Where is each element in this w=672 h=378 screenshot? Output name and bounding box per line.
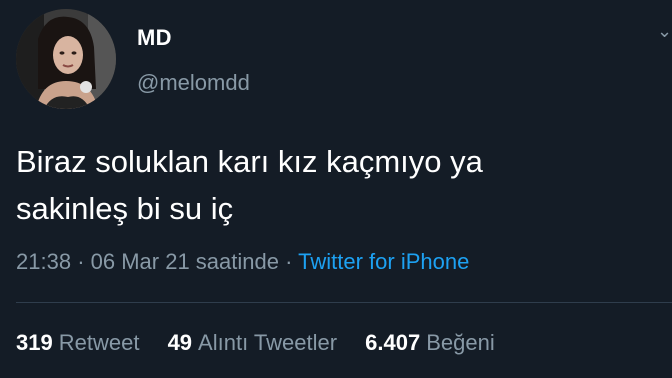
tweet-detail: MD @melomdd ⌄ Biraz soluklan karı kız ka… [0, 0, 672, 378]
chevron-down-icon[interactable]: ⌄ [657, 22, 672, 46]
likes-count: 6.407 [365, 330, 421, 355]
tweet-source-link[interactable]: Twitter for iPhone [298, 249, 469, 274]
profile-photo [16, 9, 116, 109]
username-handle[interactable]: @melomdd [137, 70, 250, 96]
avatar[interactable] [16, 9, 116, 109]
quote-tweets-stat[interactable]: 49 Alıntı Tweetler [168, 330, 337, 355]
retweets-label: Retweet [58, 330, 140, 355]
separator: · [285, 249, 293, 274]
likes-stat[interactable]: 6.407 Beğeni [365, 330, 495, 355]
display-name[interactable]: MD [137, 25, 172, 51]
divider [16, 302, 672, 303]
retweets-stat[interactable]: 319 Retweet [16, 330, 139, 355]
tweet-date[interactable]: 06 Mar 21 saatinde [91, 249, 279, 274]
engagement-stats: 319 Retweet 49 Alıntı Tweetler 6.407 Beğeni [16, 330, 517, 356]
retweets-count: 319 [16, 330, 53, 355]
separator: · [77, 249, 85, 274]
quote-tweets-label: Alıntı Tweetler [198, 330, 338, 355]
tweet-text: Biraz soluklan karı kız kaçmıyo ya sakin… [16, 144, 483, 226]
tweet-time[interactable]: 21:38 [16, 249, 71, 274]
likes-label: Beğeni [426, 330, 495, 355]
tweet-metadata: 21:38 · 06 Mar 21 saatinde · Twitter for… [16, 249, 469, 275]
quote-tweets-count: 49 [167, 330, 193, 355]
